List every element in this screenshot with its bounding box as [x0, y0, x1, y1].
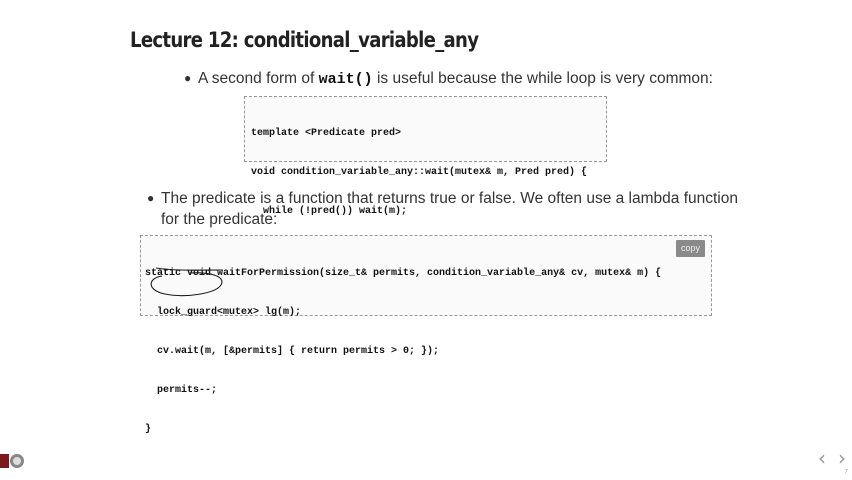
bullet-dot: ● [184, 71, 192, 85]
bullet-text-line1: The predicate is a function that returns… [161, 190, 738, 207]
seal-logo-icon [0, 454, 24, 468]
code-line: void condition_variable_any::wait(mutex&… [251, 167, 588, 178]
chevron-left-icon[interactable]: ‹ [818, 446, 826, 470]
chevron-right-icon[interactable]: › [838, 446, 846, 470]
bullet-wait-form: ● A second form of wait() is useful beca… [184, 68, 713, 90]
bullet-text-line2: for the predicate: [161, 211, 278, 228]
bullet-text-post: is useful because the while loop is very… [372, 70, 713, 87]
bullet-dot: ● [147, 191, 155, 205]
page-number: 7 [844, 469, 848, 476]
code-block-template: template <Predicate pred> void condition… [244, 96, 607, 256]
code-line: cv.wait(m, [&permits] { return permits >… [145, 346, 440, 357]
code-line: lock_guard<mutex> lg(m); [145, 307, 302, 318]
bullet-code-wait: wait() [318, 71, 373, 88]
code-line: template <Predicate pred> [251, 128, 402, 139]
copy-button[interactable]: copy [675, 240, 705, 257]
slide-title: Lecture 12: conditional_variable_any [130, 28, 479, 52]
bullet-predicate: ● The predicate is a function that retur… [147, 188, 738, 230]
bullet-text-pre: A second form of [198, 70, 319, 87]
code-line: static void waitForPermission(size_t& pe… [145, 268, 662, 279]
code-block-wait-for-permission: static void waitForPermission(size_t& pe… [140, 235, 712, 435]
code-line: permits--; [145, 385, 218, 396]
code-line: } [145, 424, 152, 435]
